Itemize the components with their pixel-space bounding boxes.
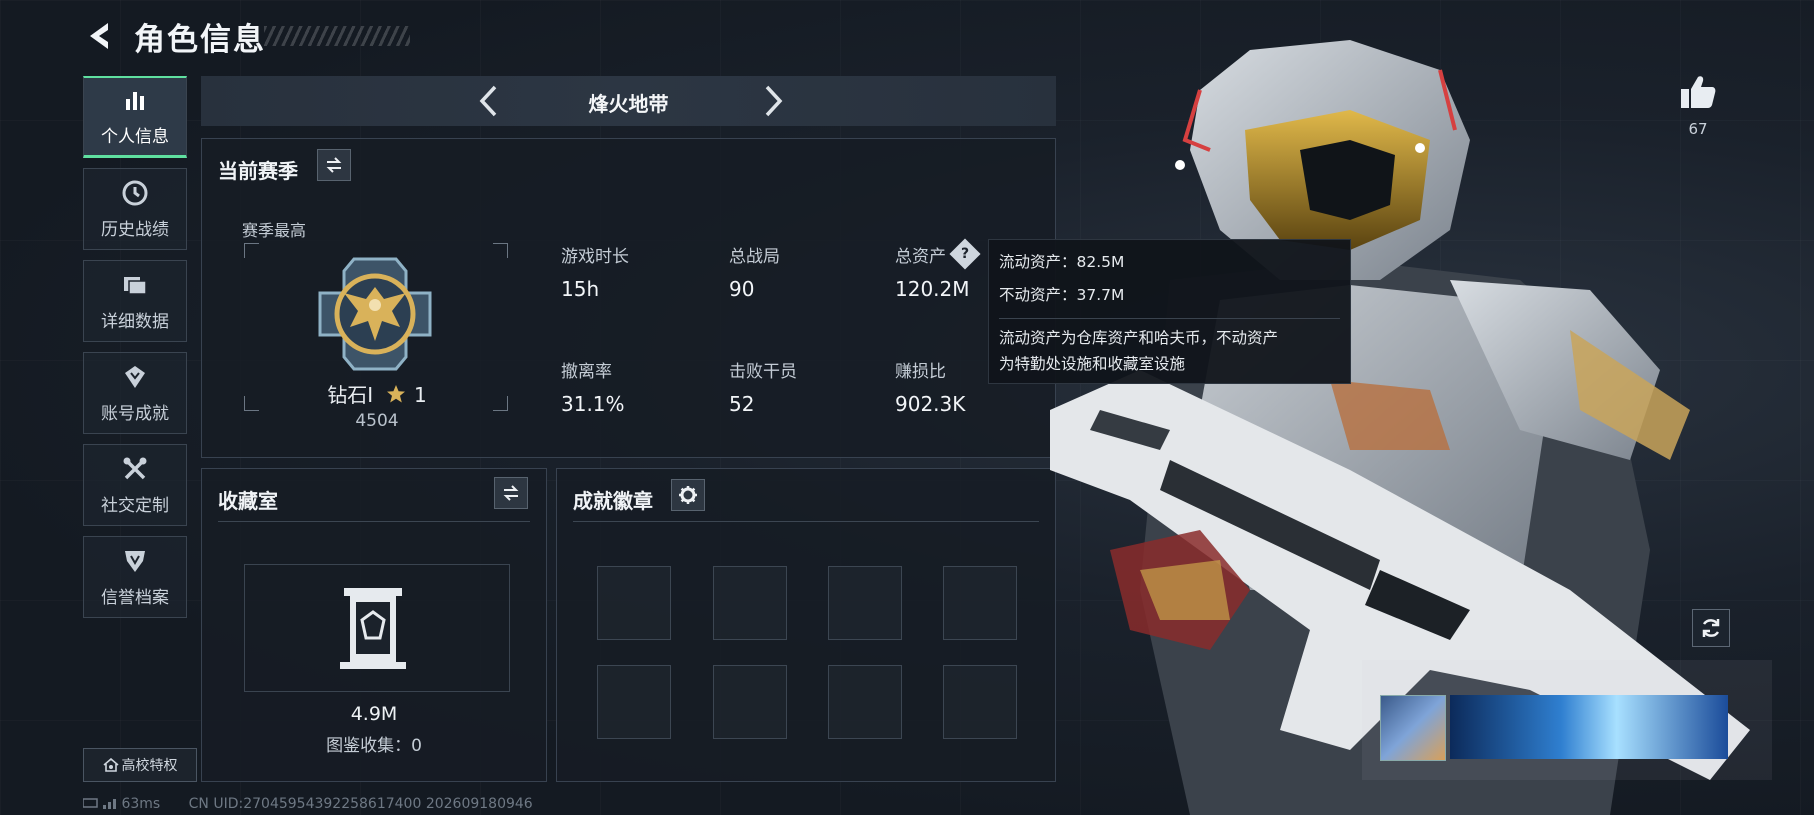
stat-operators-defeated: 击败干员 52 — [729, 357, 797, 416]
sidebar-item-label: 信誉档案 — [101, 587, 169, 608]
stat-profit-loss-ratio: 赚损比 902.3K — [895, 357, 965, 416]
badges-settings-button[interactable] — [671, 479, 705, 511]
campus-privilege-button[interactable]: 高校特权 — [83, 748, 197, 782]
stat-label: 游戏时长 — [561, 247, 629, 267]
rank-emblem-icon — [318, 257, 432, 371]
likes[interactable]: 67 — [1675, 74, 1721, 138]
season-switch-button[interactable] — [317, 149, 351, 181]
season-best-label: 赛季最高 — [242, 221, 307, 240]
rank-name-text: 钻石I — [327, 383, 374, 407]
achievement-badges-panel: 成就徽章 — [556, 468, 1056, 782]
stat-label: 赚损比 — [895, 362, 946, 382]
badge-slot[interactable] — [943, 566, 1017, 640]
sidebar-item-reputation[interactable]: 信誉档案 — [83, 536, 187, 618]
collection-value: 4.9M — [350, 703, 398, 725]
uid-text: CN UID:27045954392258617400 202609180946 — [188, 796, 533, 812]
tools-icon — [123, 457, 147, 479]
rank-name: 钻石I 1 — [302, 379, 452, 408]
stat-value: 15h — [561, 277, 600, 301]
page-title: 角色信息 — [134, 22, 266, 58]
network-status: 63ms — [82, 796, 161, 812]
shield-icon — [125, 550, 145, 572]
rank-score: 4504 — [355, 411, 399, 431]
mode-title: 烽火地带 — [588, 92, 669, 116]
sidebar-item-social-custom[interactable]: 社交定制 — [83, 444, 187, 526]
vault-icon — [340, 588, 406, 669]
divider — [999, 318, 1340, 319]
signal-icon — [82, 798, 116, 809]
mode-selector: 烽火地带 — [201, 76, 1056, 126]
collection-switch-button[interactable] — [494, 477, 528, 509]
collection-catalog-count: 图鉴收集：0 — [326, 736, 422, 756]
achievement-icon — [125, 365, 145, 388]
sidebar-item-achievements[interactable]: 账号成就 — [83, 352, 187, 434]
tooltip-description-line2: 为特勤处设施和收藏室设施 — [999, 355, 1186, 373]
tooltip-fixed-assets: 不动资产：37.7M — [999, 286, 1125, 304]
divider — [218, 521, 530, 522]
bar-chart-icon — [126, 92, 144, 110]
ping-value: 63ms — [121, 796, 161, 812]
stat-value: 52 — [729, 392, 755, 416]
mode-next-button[interactable] — [753, 82, 791, 120]
swap-icon — [503, 485, 519, 501]
badge-slot[interactable] — [597, 566, 671, 640]
stat-label: 撤离率 — [561, 362, 612, 382]
panel-title: 当前赛季 — [218, 159, 298, 183]
title-decoration — [264, 26, 410, 46]
profile-banner[interactable] — [1450, 695, 1728, 759]
stat-extract-rate: 撤离率 31.1% — [561, 357, 625, 416]
sidebar-item-detail-data[interactable]: 详细数据 — [83, 260, 187, 342]
refresh-button[interactable] — [1692, 609, 1730, 647]
sidebar-item-label: 社交定制 — [101, 495, 169, 516]
thumbs-up-icon — [1681, 76, 1716, 108]
stat-label: 击败干员 — [729, 362, 797, 382]
sidebar: 个人信息 历史战绩 详细数据 账号成就 社交定制 信誉档案 — [83, 76, 187, 628]
stat-play-time: 游戏时长 15h — [561, 242, 629, 301]
sidebar-item-label: 个人信息 — [101, 127, 169, 147]
folder-icon — [124, 276, 147, 295]
badge-slot[interactable] — [943, 665, 1017, 739]
tooltip-description-line1: 流动资产为仓库资产和哈夫币，不动资产 — [999, 329, 1279, 347]
current-season-panel: 当前赛季 赛季最高 钻石I 1 4504 游戏时长 15h 总战局 90 总资产… — [201, 138, 1056, 458]
divider — [573, 521, 1039, 522]
likes-count: 67 — [1688, 120, 1708, 138]
footer-status: 63ms CN UID:27045954392258617400 2026091… — [82, 796, 533, 812]
stat-label: 总战局 — [729, 247, 780, 267]
tooltip-liquid-assets: 流动资产：82.5M — [999, 253, 1125, 271]
badge-slot[interactable] — [713, 566, 787, 640]
sidebar-item-history[interactable]: 历史战绩 — [83, 168, 187, 250]
clock-icon — [122, 180, 148, 205]
stat-total-matches: 总战局 90 — [729, 242, 780, 301]
badge-slot[interactable] — [713, 665, 787, 739]
back-arrow-icon — [90, 23, 108, 49]
panel-title: 成就徽章 — [573, 489, 653, 513]
back-button[interactable] — [82, 18, 118, 54]
sidebar-item-personal-info[interactable]: 个人信息 — [83, 76, 187, 158]
swap-icon — [326, 157, 342, 173]
campus-icon — [102, 758, 119, 772]
sidebar-item-label: 历史战绩 — [101, 219, 169, 240]
assets-tooltip: 流动资产：82.5M 不动资产：37.7M 流动资产为仓库资产和哈夫币，不动资产… — [988, 239, 1351, 384]
panel-title: 收藏室 — [218, 489, 278, 513]
campus-privilege-label: 高校特权 — [121, 758, 178, 774]
collection-room-panel: 收藏室 4.9M 图鉴收集：0 — [201, 468, 547, 782]
star-icon — [386, 385, 405, 403]
stat-value: 31.1% — [561, 392, 625, 416]
profile-avatar[interactable] — [1380, 695, 1446, 761]
badge-slot[interactable] — [828, 566, 902, 640]
help-glyph: ? — [960, 246, 970, 262]
assets-help-icon[interactable]: ? — [949, 238, 981, 270]
sidebar-item-label: 账号成就 — [101, 403, 169, 424]
rank-stars: 1 — [413, 383, 427, 407]
badge-slot[interactable] — [597, 665, 671, 739]
refresh-icon — [1702, 619, 1720, 637]
stat-value: 90 — [729, 277, 755, 301]
badge-slot[interactable] — [828, 665, 902, 739]
sidebar-item-label: 详细数据 — [101, 311, 169, 332]
stat-value: 902.3K — [895, 392, 966, 416]
gear-icon — [679, 486, 697, 504]
stat-value: 120.2M — [895, 277, 970, 301]
chevron-right-icon — [765, 85, 783, 117]
